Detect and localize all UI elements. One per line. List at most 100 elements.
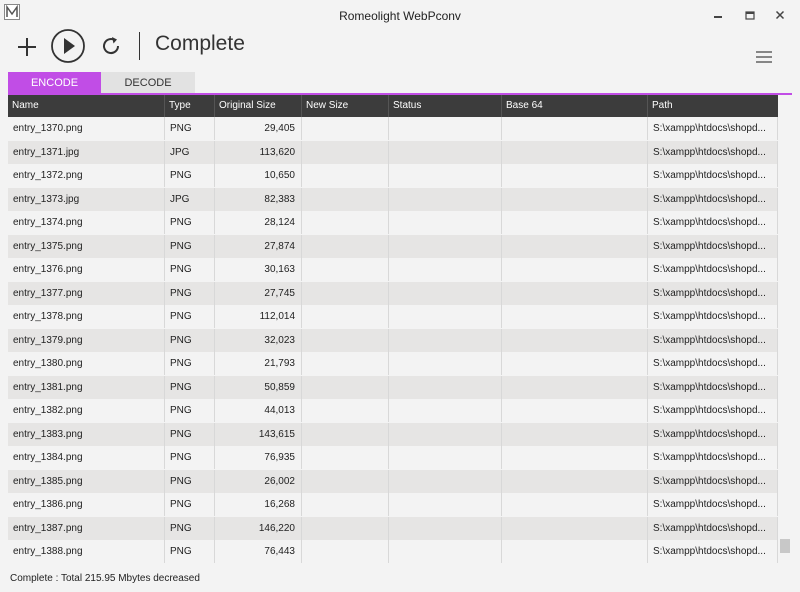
column-header-original-size[interactable]: Original Size — [215, 95, 302, 117]
cell-new-size — [302, 540, 389, 563]
cell-name: entry_1377.png — [8, 281, 165, 305]
table-row[interactable]: entry_1380.png PNG 21,793 S:\xampp\htdocs\s… — [8, 352, 778, 375]
table-row[interactable]: entry_1375.png PNG 27,874 S:\xampp\htdocs\s… — [8, 234, 778, 258]
table-row[interactable]: entry_1374.png PNG 28,124 S:\xampp\htdocs\s… — [8, 211, 778, 234]
cell-base64 — [502, 399, 648, 422]
cell-new-size — [302, 328, 389, 352]
cell-type: PNG — [165, 540, 215, 563]
cell-original-size: 29,405 — [215, 117, 302, 140]
cell-original-size: 76,935 — [215, 446, 302, 469]
table-row[interactable]: entry_1383.png PNG 143,615 S:\xampp\htdocs\… — [8, 422, 778, 446]
cell-status — [389, 540, 502, 563]
cell-path: S:\xampp\htdocs\shopd... — [648, 399, 778, 422]
cell-status — [389, 422, 502, 446]
cell-type: PNG — [165, 446, 215, 469]
column-header-base64[interactable]: Base 64 — [502, 95, 648, 117]
cell-type: PNG — [165, 352, 215, 375]
table-row[interactable]: entry_1387.png PNG 146,220 S:\xampp\htdocs\… — [8, 516, 778, 540]
cell-new-size — [302, 211, 389, 234]
cell-original-size: 27,745 — [215, 281, 302, 305]
table-row[interactable]: entry_1381.png PNG 50,859 S:\xampp\htdocs\s… — [8, 375, 778, 399]
cell-new-size — [302, 446, 389, 469]
table-row[interactable]: entry_1376.png PNG 30,163 S:\xampp\htdocs\s… — [8, 258, 778, 281]
maximize-icon[interactable] — [740, 6, 760, 24]
cell-status — [389, 328, 502, 352]
table-row[interactable]: entry_1372.png PNG 10,650 S:\xampp\htdocs\s… — [8, 164, 778, 187]
cell-base64 — [502, 469, 648, 493]
cell-new-size — [302, 140, 389, 164]
cell-name: entry_1384.png — [8, 446, 165, 469]
cell-name: entry_1383.png — [8, 422, 165, 446]
column-header-name[interactable]: Name — [8, 95, 165, 117]
cell-base64 — [502, 117, 648, 140]
table-row[interactable]: entry_1385.png PNG 26,002 S:\xampp\htdocs\s… — [8, 469, 778, 493]
table-row[interactable]: entry_1382.png PNG 44,013 S:\xampp\htdocs\s… — [8, 399, 778, 422]
cell-path: S:\xampp\htdocs\shopd... — [648, 540, 778, 563]
tab-decode[interactable]: DECODE — [101, 72, 195, 93]
table-row[interactable]: entry_1378.png PNG 112,014 S:\xampp\htdocs\… — [8, 305, 778, 328]
vertical-scrollbar[interactable] — [778, 95, 792, 568]
cell-original-size: 26,002 — [215, 469, 302, 493]
cell-new-size — [302, 422, 389, 446]
cell-name: entry_1380.png — [8, 352, 165, 375]
cell-type: PNG — [165, 164, 215, 187]
table-row[interactable]: entry_1386.png PNG 16,268 S:\xampp\htdocs\s… — [8, 493, 778, 516]
cell-base64 — [502, 187, 648, 211]
cell-new-size — [302, 164, 389, 187]
table-row[interactable]: entry_1373.jpg JPG 82,383 S:\xampp\htdocs\s… — [8, 187, 778, 211]
cell-base64 — [502, 258, 648, 281]
hamburger-menu-icon[interactable] — [755, 50, 773, 64]
tab-encode[interactable]: ENCODE — [8, 72, 101, 93]
cell-path: S:\xampp\htdocs\shopd... — [648, 258, 778, 281]
cell-path: S:\xampp\htdocs\shopd... — [648, 211, 778, 234]
cell-new-size — [302, 187, 389, 211]
cell-name: entry_1382.png — [8, 399, 165, 422]
cell-new-size — [302, 399, 389, 422]
table-row[interactable]: entry_1388.png PNG 76,443 S:\xampp\htdocs\s… — [8, 540, 778, 563]
cell-path: S:\xampp\htdocs\shopd... — [648, 187, 778, 211]
cell-name: entry_1379.png — [8, 328, 165, 352]
column-header-type[interactable]: Type — [165, 95, 215, 117]
cell-status — [389, 164, 502, 187]
cell-status — [389, 281, 502, 305]
table-row[interactable]: entry_1371.jpg JPG 113,620 S:\xampp\htdocs\… — [8, 140, 778, 164]
file-table: Name Type Original Size New Size Status … — [8, 95, 778, 568]
column-header-path[interactable]: Path — [648, 95, 778, 117]
cell-base64 — [502, 540, 648, 563]
add-icon[interactable] — [14, 34, 40, 60]
minimize-icon[interactable] — [708, 6, 728, 24]
scrollbar-thumb[interactable] — [780, 539, 790, 553]
cell-base64 — [502, 140, 648, 164]
cell-base64 — [502, 446, 648, 469]
table-row[interactable]: entry_1377.png PNG 27,745 S:\xampp\htdocs\s… — [8, 281, 778, 305]
column-header-status[interactable]: Status — [389, 95, 502, 117]
cell-new-size — [302, 305, 389, 328]
cell-original-size: 10,650 — [215, 164, 302, 187]
cell-path: S:\xampp\htdocs\shopd... — [648, 234, 778, 258]
play-icon[interactable] — [50, 28, 86, 64]
cell-base64 — [502, 422, 648, 446]
table-row[interactable]: entry_1384.png PNG 76,935 S:\xampp\htdocs\s… — [8, 446, 778, 469]
cell-base64 — [502, 281, 648, 305]
cell-path: S:\xampp\htdocs\shopd... — [648, 375, 778, 399]
table-row[interactable]: entry_1379.png PNG 32,023 S:\xampp\htdocs\s… — [8, 328, 778, 352]
cell-type: PNG — [165, 375, 215, 399]
cell-name: entry_1376.png — [8, 258, 165, 281]
cell-new-size — [302, 352, 389, 375]
cell-new-size — [302, 117, 389, 140]
table-row[interactable]: entry_1370.png PNG 29,405 S:\xampp\htdocs\s… — [8, 117, 778, 140]
close-icon[interactable] — [770, 6, 790, 24]
cell-new-size — [302, 469, 389, 493]
cell-new-size — [302, 258, 389, 281]
cell-name: entry_1371.jpg — [8, 140, 165, 164]
cell-original-size: 30,163 — [215, 258, 302, 281]
cell-type: PNG — [165, 258, 215, 281]
cell-base64 — [502, 352, 648, 375]
cell-name: entry_1386.png — [8, 493, 165, 516]
cell-path: S:\xampp\htdocs\shopd... — [648, 117, 778, 140]
column-header-new-size[interactable]: New Size — [302, 95, 389, 117]
cell-type: PNG — [165, 211, 215, 234]
cell-type: PNG — [165, 117, 215, 140]
cell-base64 — [502, 516, 648, 540]
refresh-icon[interactable] — [98, 33, 124, 59]
